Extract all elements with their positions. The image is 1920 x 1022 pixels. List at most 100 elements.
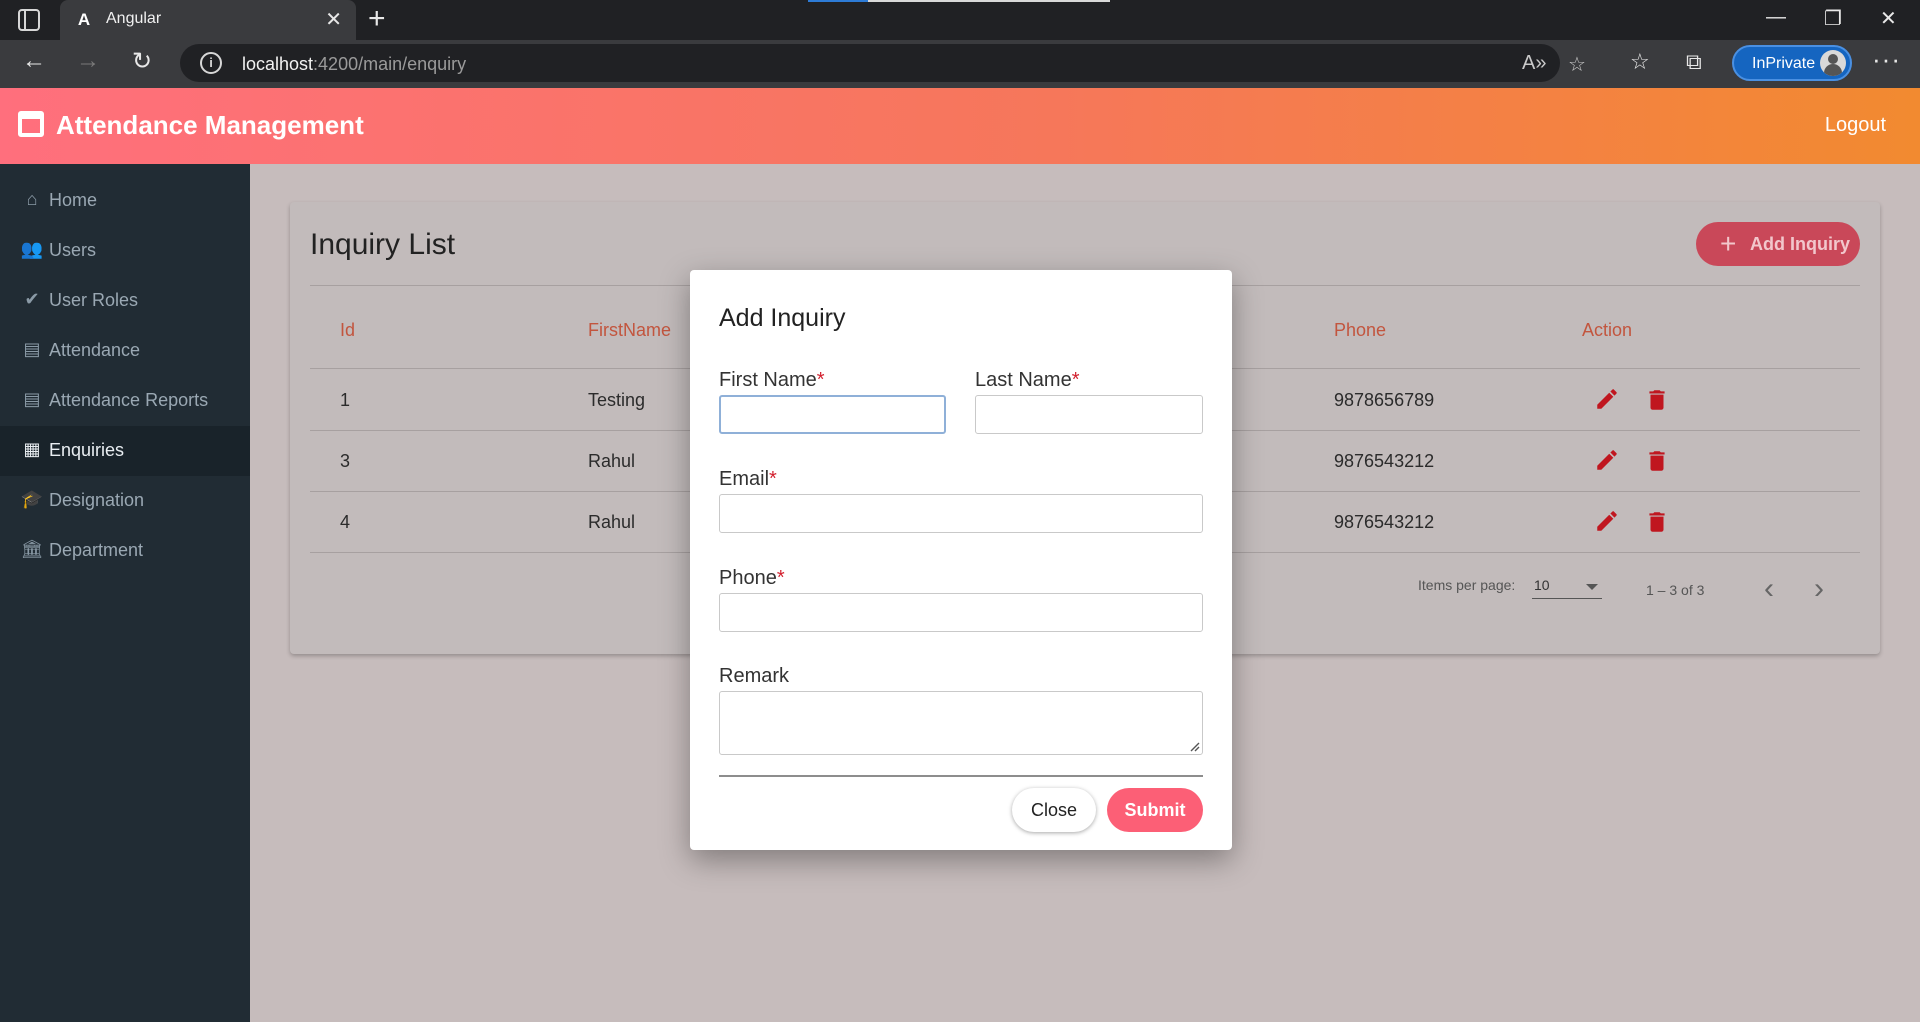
table-list-icon: ▦ (23, 439, 41, 459)
browser-titlebar: A Angular ✕ + — ❐ ✕ (0, 0, 1920, 40)
site-info-icon[interactable]: i (200, 52, 222, 74)
cell-first-name: Testing (588, 390, 646, 410)
users-icon: 👥 (20, 239, 44, 259)
back-icon[interactable]: ← (22, 47, 46, 75)
window-close-icon[interactable]: ✕ (1880, 6, 1897, 31)
calendar-icon (18, 111, 44, 137)
edit-pencil-icon[interactable] (1594, 386, 1620, 412)
read-aloud-icon[interactable]: A» (1522, 52, 1546, 75)
column-header-firstname[interactable]: FirstName (588, 320, 671, 341)
sidebar-item-label: Attendance (49, 340, 141, 360)
logout-link[interactable]: Logout (1825, 114, 1886, 137)
collections-icon[interactable]: ⧉ (1686, 49, 1702, 75)
column-header-phone[interactable]: Phone (1334, 320, 1386, 341)
sidebar-item-label: Users (49, 240, 97, 260)
add-inquiry-label: Add Inquiry (1750, 234, 1850, 254)
first-name-field[interactable] (719, 395, 946, 434)
refresh-icon[interactable]: ↻ (132, 47, 152, 76)
profile-avatar-icon (1820, 50, 1846, 76)
items-per-page-label: Items per page: (1418, 577, 1516, 593)
cell-id: 4 (340, 512, 351, 532)
edit-pencil-icon[interactable] (1594, 508, 1620, 534)
column-header-id[interactable]: Id (340, 320, 355, 341)
tab-actions-icon[interactable] (18, 9, 40, 31)
sidebar-item-label: Enquiries (49, 440, 125, 460)
browser-tab[interactable]: A Angular ✕ (60, 0, 356, 40)
dialog-title: Add Inquiry (719, 304, 846, 332)
more-options-icon[interactable]: ··· (1872, 44, 1901, 75)
sidebar: ⌂ Home 👥 Users ✔ User Roles ▤ Attendance… (0, 164, 250, 1022)
delete-trash-icon[interactable] (1644, 386, 1670, 414)
required-marker: * (816, 369, 825, 391)
inprivate-button[interactable]: InPrivate (1732, 45, 1852, 81)
sidebar-item-home[interactable]: ⌂ Home (0, 176, 250, 226)
email-label: Email* (719, 468, 777, 490)
next-page-icon[interactable]: › (1814, 572, 1824, 606)
address-bar[interactable]: i localhost:4200/main/enquiry A» ☆ (180, 44, 1586, 82)
app-title: Attendance Management (56, 110, 364, 140)
sidebar-item-enquiries[interactable]: ▦ Enquiries (0, 426, 250, 476)
minimize-icon[interactable]: — (1766, 6, 1786, 29)
add-favorite-icon[interactable]: ☆ (1568, 52, 1586, 77)
cell-phone: 9876543212 (1334, 451, 1435, 471)
sidebar-item-label: Attendance Reports (49, 390, 209, 410)
delete-trash-icon[interactable] (1644, 508, 1670, 536)
browser-navbar: ← → ↻ i localhost:4200/main/enquiry A» ☆… (0, 40, 1920, 88)
sidebar-item-attendance[interactable]: ▤ Attendance (0, 326, 250, 376)
building-columns-icon: 🏛 (20, 539, 44, 559)
edit-pencil-icon[interactable] (1594, 447, 1620, 473)
sidebar-item-attendance-reports[interactable]: ▤ Attendance Reports (0, 376, 250, 426)
tab-title: Angular (106, 10, 162, 27)
inprivate-label: InPrivate (1752, 55, 1816, 72)
column-header-action: Action (1582, 320, 1633, 340)
list-icon: ▤ (23, 389, 41, 409)
sidebar-item-label: Designation (49, 490, 145, 510)
favorites-icon[interactable]: ☆ (1630, 49, 1650, 75)
remark-textarea[interactable] (719, 691, 1203, 755)
cell-first-name: Rahul (588, 451, 636, 471)
page-size-value: 10 (1534, 577, 1550, 593)
plus-icon: + (1720, 228, 1737, 259)
angular-logo-icon: A (77, 10, 91, 29)
cell-phone: 9878656789 (1334, 390, 1435, 410)
tab-close-icon[interactable]: ✕ (325, 7, 342, 32)
first-name-label: First Name* (719, 369, 825, 391)
user-check-icon: ✔ (24, 289, 40, 309)
close-button[interactable]: Close (1012, 788, 1096, 832)
sidebar-item-users[interactable]: 👥 Users (0, 226, 250, 276)
page-range-label: 1 – 3 of 3 (1646, 582, 1705, 598)
cell-id: 1 (340, 390, 351, 410)
chevron-down-icon (1586, 584, 1598, 590)
divider (719, 775, 1203, 777)
required-marker: * (769, 468, 777, 490)
cell-first-name: Rahul (588, 512, 636, 532)
required-marker: * (1071, 369, 1080, 391)
required-marker: * (776, 567, 785, 589)
list-icon: ▤ (23, 339, 41, 359)
sidebar-item-designation[interactable]: 🎓 Designation (0, 476, 250, 526)
url-text[interactable]: localhost:4200/main/enquiry (242, 54, 466, 75)
phone-field[interactable] (719, 593, 1203, 632)
submit-button[interactable]: Submit (1107, 788, 1203, 832)
sidebar-item-user-roles[interactable]: ✔ User Roles (0, 276, 250, 326)
previous-page-icon[interactable]: ‹ (1764, 572, 1774, 606)
cell-id: 3 (340, 451, 351, 471)
sidebar-item-label: Department (49, 540, 144, 560)
new-tab-icon[interactable]: + (368, 2, 386, 36)
sidebar-item-label: Home (49, 190, 98, 210)
last-name-field[interactable] (975, 395, 1203, 434)
graduation-cap-icon: 🎓 (20, 489, 44, 509)
app-header: Attendance Management Logout (0, 88, 1920, 164)
progress-indicator-track (868, 0, 1110, 2)
forward-icon[interactable]: → (76, 47, 100, 75)
home-icon: ⌂ (26, 189, 38, 209)
sidebar-item-department[interactable]: 🏛 Department (0, 526, 250, 576)
last-name-label: Last Name* (975, 369, 1080, 391)
progress-indicator (808, 0, 868, 2)
add-inquiry-button[interactable]: + Add Inquiry (1696, 222, 1860, 266)
restore-icon[interactable]: ❐ (1824, 6, 1842, 31)
page-size-select[interactable]: 10 (1532, 575, 1602, 599)
delete-trash-icon[interactable] (1644, 447, 1670, 475)
email-field[interactable] (719, 494, 1203, 533)
resize-handle-icon[interactable] (1188, 740, 1200, 752)
